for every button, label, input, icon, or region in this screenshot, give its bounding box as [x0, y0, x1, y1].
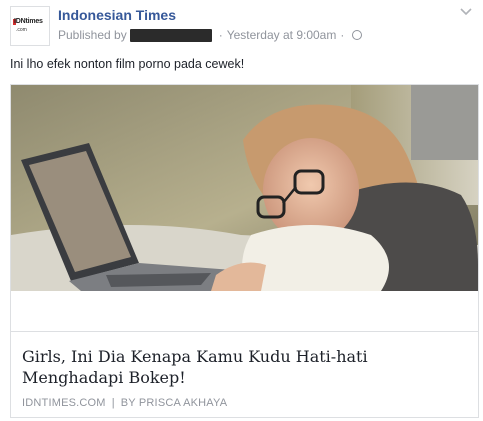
chevron-down-icon[interactable] [459, 6, 473, 18]
redacted-author [129, 28, 212, 42]
link-source: IDNTIMES.COM | BY PRISCA AKHAYA [22, 397, 227, 409]
globe-icon[interactable] [352, 30, 363, 40]
avatar-logo-sub: .com [16, 27, 27, 33]
page-avatar[interactable]: IDNtimes .com [10, 6, 50, 46]
link-source-separator: | [111, 397, 115, 409]
link-preview-card[interactable]: Girls, Ini Dia Kenapa Kamu Kudu Hati-hat… [10, 84, 479, 418]
page-name-link[interactable]: Indonesian Times [58, 7, 176, 23]
link-title[interactable]: Girls, Ini Dia Kenapa Kamu Kudu Hati-hat… [22, 346, 462, 388]
meta-separator: · [218, 28, 223, 42]
link-domain: IDNTIMES.COM [22, 397, 106, 409]
post-header: IDNtimes .com Indonesian Times Published… [10, 6, 473, 46]
post-message: Ini lho efek nonton film porno pada cewe… [10, 57, 245, 71]
meta-separator-2: · [340, 28, 345, 42]
avatar-logo-text: IDNtimes [14, 18, 43, 25]
link-preview-body[interactable]: Girls, Ini Dia Kenapa Kamu Kudu Hati-hat… [11, 331, 478, 417]
link-preview-image[interactable] [11, 85, 478, 291]
published-by-label: Published by [58, 28, 127, 42]
post-meta: Published by · Yesterday at 9:00am · [58, 28, 363, 42]
facebook-post: IDNtimes .com Indonesian Times Published… [0, 0, 483, 421]
post-timestamp[interactable]: Yesterday at 9:00am [227, 28, 337, 42]
link-author: BY PRISCA AKHAYA [120, 397, 228, 409]
